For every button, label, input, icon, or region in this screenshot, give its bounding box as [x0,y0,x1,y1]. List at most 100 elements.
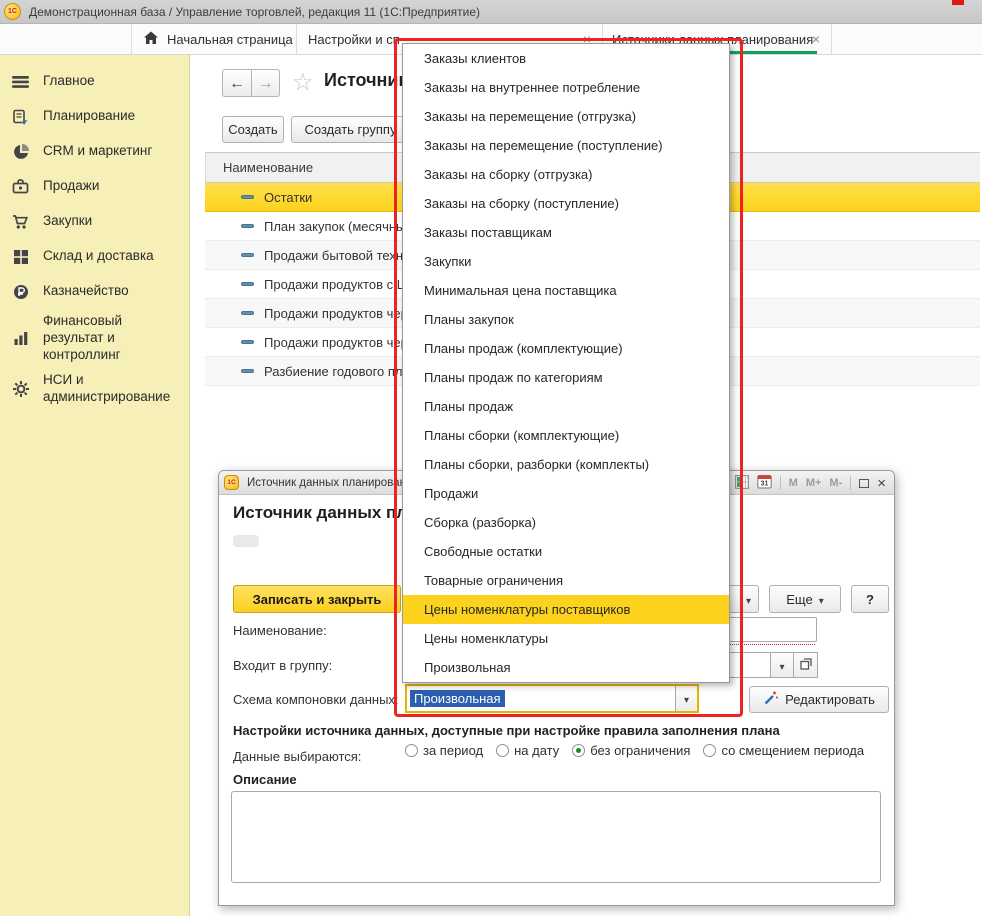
calendar-icon[interactable]: 31 [757,474,772,492]
window-close-button-fragment[interactable] [952,0,964,5]
dropdown-item[interactable]: Заказы на сборку (отгрузка) [403,160,729,189]
dropdown-item[interactable]: Планы продаж [403,392,729,421]
dropdown-item[interactable]: Закупки [403,247,729,276]
sidebar-item-label: CRM и маркетинг [43,143,152,160]
dropdown-item[interactable]: Заказы поставщикам [403,218,729,247]
row-label: Продажи продуктов с L [264,277,404,292]
edit-button[interactable]: Редактировать [749,686,889,713]
dropdown-item[interactable]: Заказы на перемещение (отгрузка) [403,102,729,131]
dropdown-item[interactable]: Продажи [403,479,729,508]
crm-icon [11,143,30,161]
radio-label: за период [423,743,483,758]
help-button[interactable]: ? [851,585,889,613]
dropdown-item[interactable]: Произвольная [403,653,729,682]
schema-selected-value: Произвольная [410,690,505,707]
create-group-button[interactable]: Создать группу [291,116,410,143]
tab-label: Настройки и сп [308,32,400,47]
sidebar-item-prodazhi[interactable]: Продажи [0,169,189,204]
sidebar-item-nsi-admin[interactable]: НСИ и администрирование [0,368,189,410]
schema-dropdown-list: Заказы клиентов Заказы на внутреннее пот… [402,43,730,683]
planning-icon [11,108,30,126]
radio-circle-icon [405,744,418,757]
radio-option[interactable]: на дату [496,743,559,758]
radio-option[interactable]: без ограничения [572,743,690,758]
period-radio-group: за период на дату без ограничения со сме… [405,743,864,758]
dropdown-item[interactable]: Цены номенклатуры [403,624,729,653]
dash-icon [241,282,254,286]
toolbar-icon[interactable] [73,29,93,49]
group-dropdown-button[interactable]: ▾ [770,652,794,678]
dialog-title: Источник данных планирования [247,477,419,489]
dropdown-item[interactable]: Планы продаж (комплектующие) [403,334,729,363]
description-textarea[interactable] [231,791,881,883]
sidebar-item-zakupki[interactable]: Закупки [0,204,189,239]
memory-m-button[interactable]: M [789,477,798,489]
window-title: Демонстрационная база / Управление торго… [29,5,480,19]
svg-text:31: 31 [760,481,768,488]
row-label: Разбиение годового пл [264,364,403,379]
chevron-down-icon: ▾ [684,691,689,706]
sidebar-item-planirovanie[interactable]: Планирование [0,99,189,134]
dropdown-item[interactable]: Сборка (разборка) [403,508,729,537]
gear-icon [11,380,30,398]
column-header-label: Наименование [223,160,313,175]
sidebar-item-label: Закупки [43,213,92,230]
radio-option[interactable]: со смещением периода [703,743,864,758]
sidebar-item-crm-marketing[interactable]: CRM и маркетинг [0,134,189,169]
dropdown-item[interactable]: Товарные ограничения [403,566,729,595]
create-button[interactable]: Создать [222,116,284,143]
sales-icon [11,178,30,196]
list-table-icon[interactable] [735,475,749,492]
sidebar-item-label: НСИ и администрирование [43,372,181,406]
dropdown-item[interactable]: Заказы на перемещение (поступление) [403,131,729,160]
toolbar-icon[interactable] [7,29,27,49]
combobox-dropdown-button[interactable]: ▾ [675,686,697,711]
more-button[interactable]: Еще▾ [769,585,841,613]
radio-option[interactable]: за период [405,743,483,758]
radio-label: на дату [514,743,559,758]
sidebar-item-finrezultat[interactable]: Финансовый результат и контроллинг [0,309,189,368]
favorite-star-icon[interactable]: ☆ [292,68,314,97]
maximize-icon[interactable] [859,479,869,488]
close-icon[interactable]: × [877,476,886,491]
row-label: Продажи продуктов чер [264,306,408,321]
tab-home[interactable]: Начальная страница [132,24,297,54]
radio-circle-icon [703,744,716,757]
row-label: Остатки [264,190,312,205]
description-label: Описание [233,772,297,787]
sidebar-list: Главное Планирование CRM и маркетинг Про… [0,64,189,409]
sidebar-item-glavnoe[interactable]: Главное [0,64,189,99]
toolbar-icon[interactable] [106,29,126,49]
memory-m-plus-button[interactable]: M+ [806,477,822,489]
dash-icon [241,340,254,344]
cart-icon [11,213,30,231]
sidebar-item-sklad-dostavka[interactable]: Склад и доставка [0,239,189,274]
home-icon [143,30,159,48]
dropdown-item[interactable]: Планы закупок [403,305,729,334]
close-icon[interactable]: × [809,31,823,47]
sidebar-item-label: Казначейство [43,283,129,300]
forward-button[interactable]: → [251,69,280,97]
dropdown-item[interactable]: Заказы на сборку (поступление) [403,189,729,218]
dropdown-item[interactable]: Планы продаж по категориям [403,363,729,392]
dropdown-item[interactable]: Минимальная цена поставщика [403,276,729,305]
dropdown-item[interactable]: Планы сборки (комплектующие) [403,421,729,450]
dropdown-item[interactable]: Цены номенклатуры поставщиков [403,595,729,624]
dropdown-item[interactable]: Заказы на внутреннее потребление [403,73,729,102]
dash-icon [241,195,254,199]
dropdown-item[interactable]: Планы сборки, разборки (комплекты) [403,450,729,479]
back-button[interactable]: ← [222,69,251,97]
sidebar-item-kaznacheystvo[interactable]: Казначейство [0,274,189,309]
schema-combobox[interactable]: Произвольная ▾ [405,684,699,713]
save-and-close-button[interactable]: Записать и закрыть [233,585,401,613]
finance-icon [11,329,30,347]
dialog-tab[interactable] [233,535,259,547]
toolbar-icon[interactable] [40,29,60,49]
history-nav: ← → [222,69,280,97]
tab-label: Начальная страница [167,32,293,47]
group-open-button[interactable] [793,652,818,678]
dropdown-item[interactable]: Заказы клиентов [403,44,729,73]
memory-m-minus-button[interactable]: M- [829,477,842,489]
dropdown-item[interactable]: Свободные остатки [403,537,729,566]
dialog-heading: Источник данных пл [233,503,407,523]
